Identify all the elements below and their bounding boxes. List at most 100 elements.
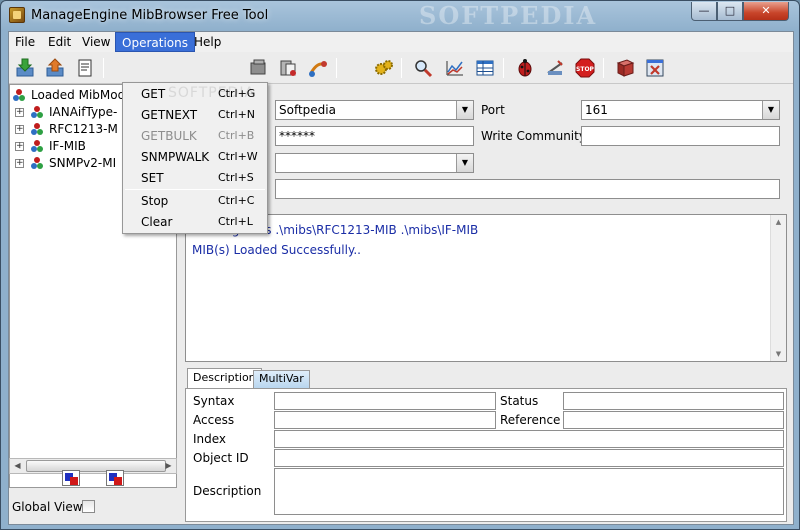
mib-module-icon <box>31 157 43 169</box>
menu-view[interactable]: View <box>76 32 116 52</box>
output-console[interactable]: Loading MIBs .\mibs\RFC1213-MIB .\mibs\I… <box>185 214 787 362</box>
help-book-icon[interactable] <box>613 56 637 80</box>
getbulk-icon[interactable] <box>276 56 300 80</box>
global-view-checkbox[interactable] <box>82 500 95 513</box>
tree-item-label: RFC1213-M <box>49 122 118 136</box>
reference-field[interactable] <box>563 411 784 429</box>
expand-icon[interactable]: + <box>15 108 24 117</box>
expand-icon[interactable]: + <box>15 125 24 134</box>
stop-icon[interactable]: STOP <box>573 56 597 80</box>
syntax-label: Syntax <box>193 394 235 408</box>
menu-separator <box>125 189 265 190</box>
mib-description-icon[interactable] <box>73 56 97 80</box>
menu-help[interactable]: Help <box>188 32 227 52</box>
access-field[interactable] <box>274 411 496 429</box>
tab-description[interactable]: Description <box>187 368 262 389</box>
scroll-right-icon[interactable]: ▶ <box>161 459 176 473</box>
line-graph-icon[interactable] <box>443 56 467 80</box>
write-community-label: Write Community <box>481 129 586 143</box>
chevron-down-icon[interactable]: ▼ <box>762 101 779 119</box>
mib-module-icon <box>31 106 43 118</box>
host-combo[interactable]: Softpedia ▼ <box>275 100 474 120</box>
settings-icon[interactable] <box>372 56 396 80</box>
global-view-label: Global View <box>12 500 83 514</box>
object-id-field[interactable] <box>275 179 780 199</box>
scroll-thumb[interactable] <box>26 460 166 472</box>
set-icon[interactable] <box>246 56 270 80</box>
expand-icon[interactable]: + <box>15 159 24 168</box>
scroll-down-icon[interactable]: ▼ <box>771 347 786 361</box>
write-community-field[interactable] <box>581 126 780 146</box>
chevron-down-icon[interactable]: ▼ <box>456 101 473 119</box>
menu-bar: File Edit View Operations Help <box>9 32 793 52</box>
minimize-button[interactable]: — <box>691 2 717 21</box>
mib-detail-panel: Syntax Status Access Reference Index Obj… <box>185 388 787 522</box>
exit-icon[interactable] <box>643 56 667 80</box>
access-label: Access <box>193 413 235 427</box>
find-icon[interactable] <box>411 56 435 80</box>
window-title: ManageEngine MibBrowser Free Tool <box>31 8 269 23</box>
collapse-all-button[interactable] <box>106 470 124 486</box>
debug-icon[interactable] <box>543 56 567 80</box>
toolbar-separator <box>103 58 104 78</box>
toolbar-separator <box>401 58 402 78</box>
client-area: File Edit View Operations Help STOP Load… <box>8 31 794 525</box>
tree-item-label: IF-MIB <box>49 139 86 153</box>
mib-module-icon <box>31 123 43 135</box>
chevron-down-icon[interactable]: ▼ <box>456 154 473 172</box>
scroll-left-icon[interactable]: ◀ <box>10 459 25 473</box>
output-vertical-scrollbar[interactable]: ▲ ▼ <box>770 215 786 361</box>
output-line: MIB(s) Loaded Successfully.. <box>192 243 361 257</box>
menu-item-stop[interactable]: Stop Ctrl+C <box>123 191 267 211</box>
tab-multivar[interactable]: MultiVar <box>253 370 310 388</box>
toolbar-separator <box>336 58 337 78</box>
tree-horizontal-scrollbar[interactable]: ◀ ▶ <box>9 458 177 474</box>
close-button[interactable]: ✕ <box>743 2 789 21</box>
title-bar[interactable]: ManageEngine MibBrowser Free Tool SOFTPE… <box>1 1 799 31</box>
community-value: ****** <box>279 129 315 143</box>
expand-icon[interactable]: + <box>15 142 24 151</box>
object-id-label: Object ID <box>193 451 249 465</box>
mib-module-icon <box>31 140 43 152</box>
unload-mib-icon[interactable] <box>43 56 67 80</box>
maximize-button[interactable]: □ <box>717 2 743 21</box>
toolbar-separator <box>603 58 604 78</box>
index-label: Index <box>193 432 227 446</box>
menu-item-get[interactable]: GET Ctrl+G <box>123 84 267 104</box>
tree-root-label: Loaded MibMod <box>31 88 126 102</box>
index-field[interactable] <box>274 430 784 448</box>
menu-item-set[interactable]: SET Ctrl+S <box>123 168 267 188</box>
status-label: Status <box>500 394 539 408</box>
menu-item-getnext[interactable]: GETNEXT Ctrl+N <box>123 105 267 125</box>
menu-item-snmpwalk[interactable]: SNMPWALK Ctrl+W <box>123 147 267 167</box>
toolbar: STOP <box>9 52 793 84</box>
table-view-icon[interactable] <box>473 56 497 80</box>
connection-form: Softpedia ▼ Port 161 ▼ ****** Write Comm… <box>183 84 793 204</box>
host-value: Softpedia <box>279 103 336 117</box>
menu-operations[interactable]: Operations <box>115 32 195 52</box>
community-field[interactable]: ****** <box>275 126 474 146</box>
expand-all-button[interactable] <box>62 470 80 486</box>
snmpwalk-icon[interactable] <box>306 56 330 80</box>
tree-item-label: IANAifType- <box>49 105 118 119</box>
set-value-type-combo[interactable]: ▼ <box>275 153 474 173</box>
description-field[interactable] <box>274 468 784 515</box>
toolbar-separator <box>503 58 504 78</box>
trap-viewer-icon[interactable] <box>513 56 537 80</box>
reference-label: Reference <box>500 413 561 427</box>
description-label: Description <box>193 484 262 498</box>
syntax-field[interactable] <box>274 392 496 410</box>
port-combo[interactable]: 161 ▼ <box>581 100 780 120</box>
detail-object-id-field[interactable] <box>274 449 784 467</box>
load-mib-icon[interactable] <box>13 56 37 80</box>
menu-edit[interactable]: Edit <box>42 32 77 52</box>
port-label: Port <box>481 103 505 117</box>
mib-module-icon <box>13 89 25 101</box>
watermark-text: SOFTPEDIA <box>419 1 598 30</box>
menu-item-clear[interactable]: Clear Ctrl+L <box>123 212 267 232</box>
operations-menu: SOFTPEDIA GET Ctrl+G GETNEXT Ctrl+N GETBUL… <box>122 82 268 234</box>
menu-item-getbulk: GETBULK Ctrl+B <box>141 129 255 143</box>
scroll-up-icon[interactable]: ▲ <box>771 215 786 229</box>
menu-file[interactable]: File <box>9 32 41 52</box>
status-field[interactable] <box>563 392 784 410</box>
